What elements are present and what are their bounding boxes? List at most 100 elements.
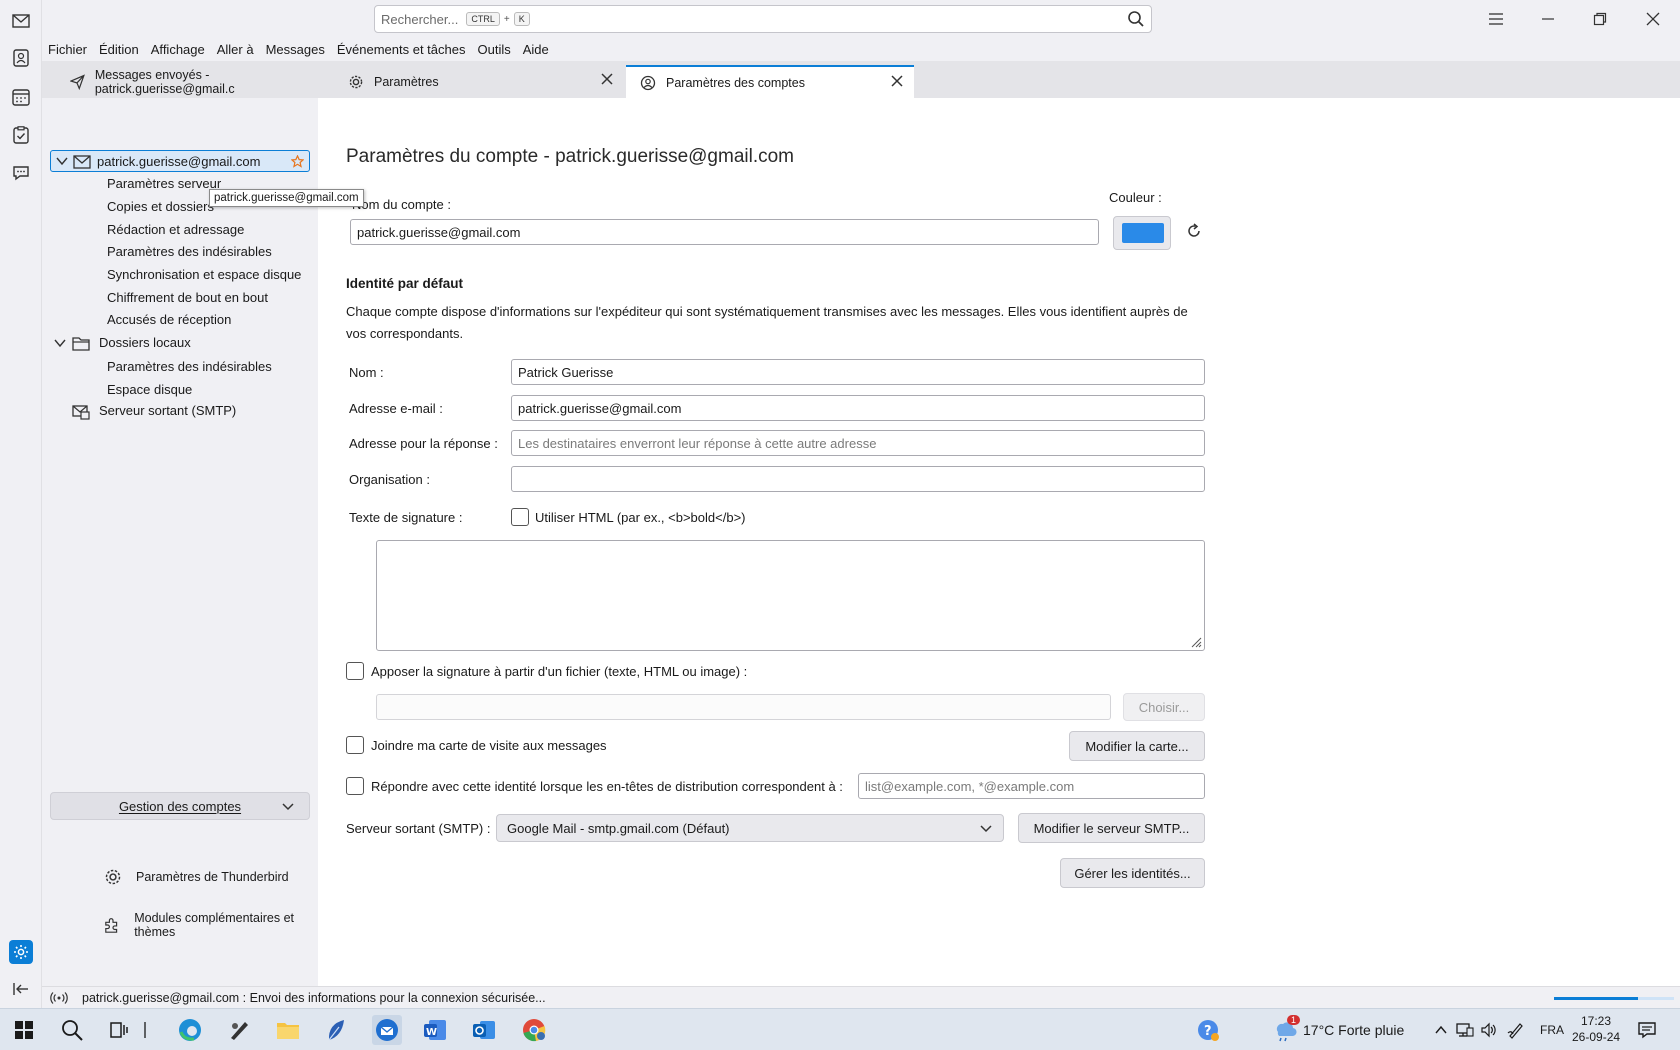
tab-parametres-comptes[interactable]: Paramètres des comptes — [626, 65, 914, 98]
taskbar-clock[interactable]: 17:23 26-09-24 — [1572, 1013, 1620, 1045]
tree-item-junk-settings[interactable]: Paramètres des indésirables — [107, 244, 272, 259]
edit-vcard-button[interactable]: Modifier la carte... — [1069, 731, 1205, 761]
tree-item-smtp[interactable]: Serveur sortant (SMTP) — [70, 402, 310, 422]
mail-icon[interactable] — [10, 10, 32, 32]
show-hidden-icons[interactable] — [1434, 1009, 1448, 1050]
thunderbird-settings-link[interactable]: Paramètres de Thunderbird — [104, 868, 289, 886]
calendar-icon[interactable] — [10, 86, 32, 108]
gear-icon — [105, 869, 121, 885]
signature-textarea[interactable] — [376, 540, 1205, 651]
address-book-icon[interactable] — [10, 47, 32, 69]
organization-label: Organisation : — [349, 472, 430, 487]
tree-item-server-settings[interactable]: Paramètres serveur — [107, 176, 221, 191]
pen-menu-icon[interactable] — [1507, 1009, 1525, 1050]
help-icon[interactable]: ? — [1195, 1017, 1221, 1043]
email-input[interactable]: patrick.guerisse@gmail.com — [511, 395, 1205, 421]
chrome-icon[interactable] — [521, 1017, 547, 1043]
menu-fichier[interactable]: Fichier — [42, 42, 93, 57]
name-input[interactable]: Patrick Guerisse — [511, 359, 1205, 385]
thunderbird-taskbar-icon[interactable] — [372, 1015, 402, 1045]
file-explorer-icon[interactable] — [275, 1017, 301, 1043]
edge-browser-icon[interactable] — [177, 1017, 203, 1043]
manage-identities-button[interactable]: Gérer les identités... — [1060, 858, 1205, 888]
feather-app-icon[interactable] — [323, 1017, 349, 1043]
shortcut-plus: + — [503, 13, 510, 25]
settings-space-icon[interactable] — [9, 940, 33, 964]
star-icon[interactable] — [291, 155, 304, 168]
menu-aller-a[interactable]: Aller à — [211, 42, 260, 57]
tooltip: patrick.guerisse@gmail.com — [209, 189, 364, 207]
tree-item-receipts[interactable]: Accusés de réception — [107, 312, 231, 327]
tab-sent-messages[interactable]: Messages envoyés - patrick.guerisse@gmai… — [56, 65, 334, 98]
menu-affichage[interactable]: Affichage — [145, 42, 211, 57]
organization-input[interactable] — [511, 466, 1205, 492]
tree-item-account[interactable]: patrick.guerisse@gmail.com — [50, 150, 310, 172]
minimize-icon[interactable] — [1536, 8, 1560, 30]
close-window-icon[interactable] — [1641, 8, 1665, 30]
vcard-checkbox[interactable] — [346, 736, 364, 754]
account-color-picker[interactable] — [1113, 216, 1171, 250]
network-icon[interactable] — [1456, 1009, 1474, 1050]
resize-grip-icon[interactable] — [1190, 636, 1202, 648]
tree-item-sync-storage[interactable]: Synchronisation et espace disque — [107, 267, 301, 282]
account-actions-button[interactable]: Gestion des comptes — [50, 792, 310, 820]
tree-item-copies-folders[interactable]: Copies et dossiers — [107, 199, 214, 214]
smtp-server-select[interactable]: Google Mail - smtp.gmail.com (Défaut) — [496, 814, 1004, 842]
task-view-icon[interactable] — [106, 1017, 132, 1043]
notifications-icon[interactable] — [1634, 1017, 1660, 1043]
chevron-down-icon[interactable] — [54, 338, 66, 348]
tab-parametres[interactable]: Paramètres — [334, 65, 624, 98]
reply-match-input[interactable]: list@example.com, *@example.com — [858, 773, 1205, 799]
input-language[interactable]: FRA — [1540, 1009, 1564, 1050]
shortcut-key-k: K — [513, 12, 530, 26]
signature-file-path-input[interactable] — [376, 694, 1111, 720]
menu-aide[interactable]: Aide — [517, 42, 555, 57]
connection-activity-icon — [50, 991, 68, 1004]
menu-outils[interactable]: Outils — [471, 42, 516, 57]
menu-messages[interactable]: Messages — [260, 42, 331, 57]
app-menu-icon[interactable] — [1484, 8, 1508, 30]
smtp-server-value: Google Mail - smtp.gmail.com (Défaut) — [507, 820, 730, 836]
edit-smtp-label: Modifier le serveur SMTP... — [1033, 820, 1190, 836]
account-name-value: patrick.guerisse@gmail.com — [357, 224, 521, 240]
volume-icon[interactable] — [1480, 1009, 1498, 1050]
svg-text:?: ? — [1204, 1024, 1212, 1039]
taskbar-search-icon[interactable] — [59, 1017, 85, 1043]
use-html-checkbox[interactable] — [511, 508, 529, 526]
windows-start-icon[interactable] — [11, 1017, 37, 1043]
tablet-pen-app-icon[interactable] — [226, 1017, 252, 1043]
tree-item-local-junk[interactable]: Paramètres des indésirables — [107, 359, 272, 374]
outlook-icon[interactable] — [471, 1017, 497, 1043]
menu-edition[interactable]: Édition — [93, 42, 145, 57]
word-icon[interactable]: W — [422, 1017, 448, 1043]
edit-smtp-button[interactable]: Modifier le serveur SMTP... — [1018, 813, 1205, 843]
chevron-down-icon[interactable] — [56, 156, 68, 166]
addons-themes-link[interactable]: Modules complémentaires et thèmes — [104, 911, 318, 939]
windows-taskbar: W ? 17°C Forte pluie 1 FRA 17:23 26-09-2… — [0, 1008, 1680, 1050]
tasks-icon[interactable] — [10, 124, 32, 146]
tree-item-composition[interactable]: Rédaction et adressage — [107, 222, 244, 237]
close-tab-icon[interactable] — [890, 74, 904, 91]
choose-file-button[interactable]: Choisir... — [1123, 693, 1205, 721]
close-tab-icon[interactable] — [600, 72, 614, 89]
reply-to-input[interactable]: Les destinataires enverront leur réponse… — [511, 430, 1205, 456]
tree-item-e2e-encryption[interactable]: Chiffrement de bout en bout — [107, 290, 268, 305]
signature-file-checkbox[interactable] — [346, 662, 364, 680]
collapse-spaces-icon[interactable] — [10, 978, 32, 1000]
account-label: patrick.guerisse@gmail.com — [97, 154, 261, 169]
mail-account-icon — [73, 155, 91, 169]
weather-widget[interactable]: 17°C Forte pluie 1 — [1273, 1009, 1404, 1050]
menu-evenements-taches[interactable]: Événements et tâches — [331, 42, 472, 57]
search-icon[interactable] — [1127, 10, 1145, 31]
weather-text: 17°C Forte pluie — [1303, 1022, 1405, 1038]
smtp-label: Serveur sortant (SMTP) — [99, 403, 237, 418]
reply-match-checkbox[interactable] — [346, 777, 364, 795]
restore-icon[interactable] — [1588, 8, 1612, 30]
search-input[interactable]: Rechercher... CTRL + K — [374, 5, 1152, 33]
tree-item-local-folders[interactable]: Dossiers locaux — [50, 334, 310, 354]
chat-icon[interactable] — [10, 162, 32, 184]
signature-file-label: Apposer la signature à partir d'un fichi… — [371, 664, 748, 679]
account-name-input[interactable]: patrick.guerisse@gmail.com — [350, 219, 1099, 245]
tree-item-local-disk[interactable]: Espace disque — [107, 382, 192, 397]
reset-color-icon[interactable] — [1186, 223, 1202, 242]
